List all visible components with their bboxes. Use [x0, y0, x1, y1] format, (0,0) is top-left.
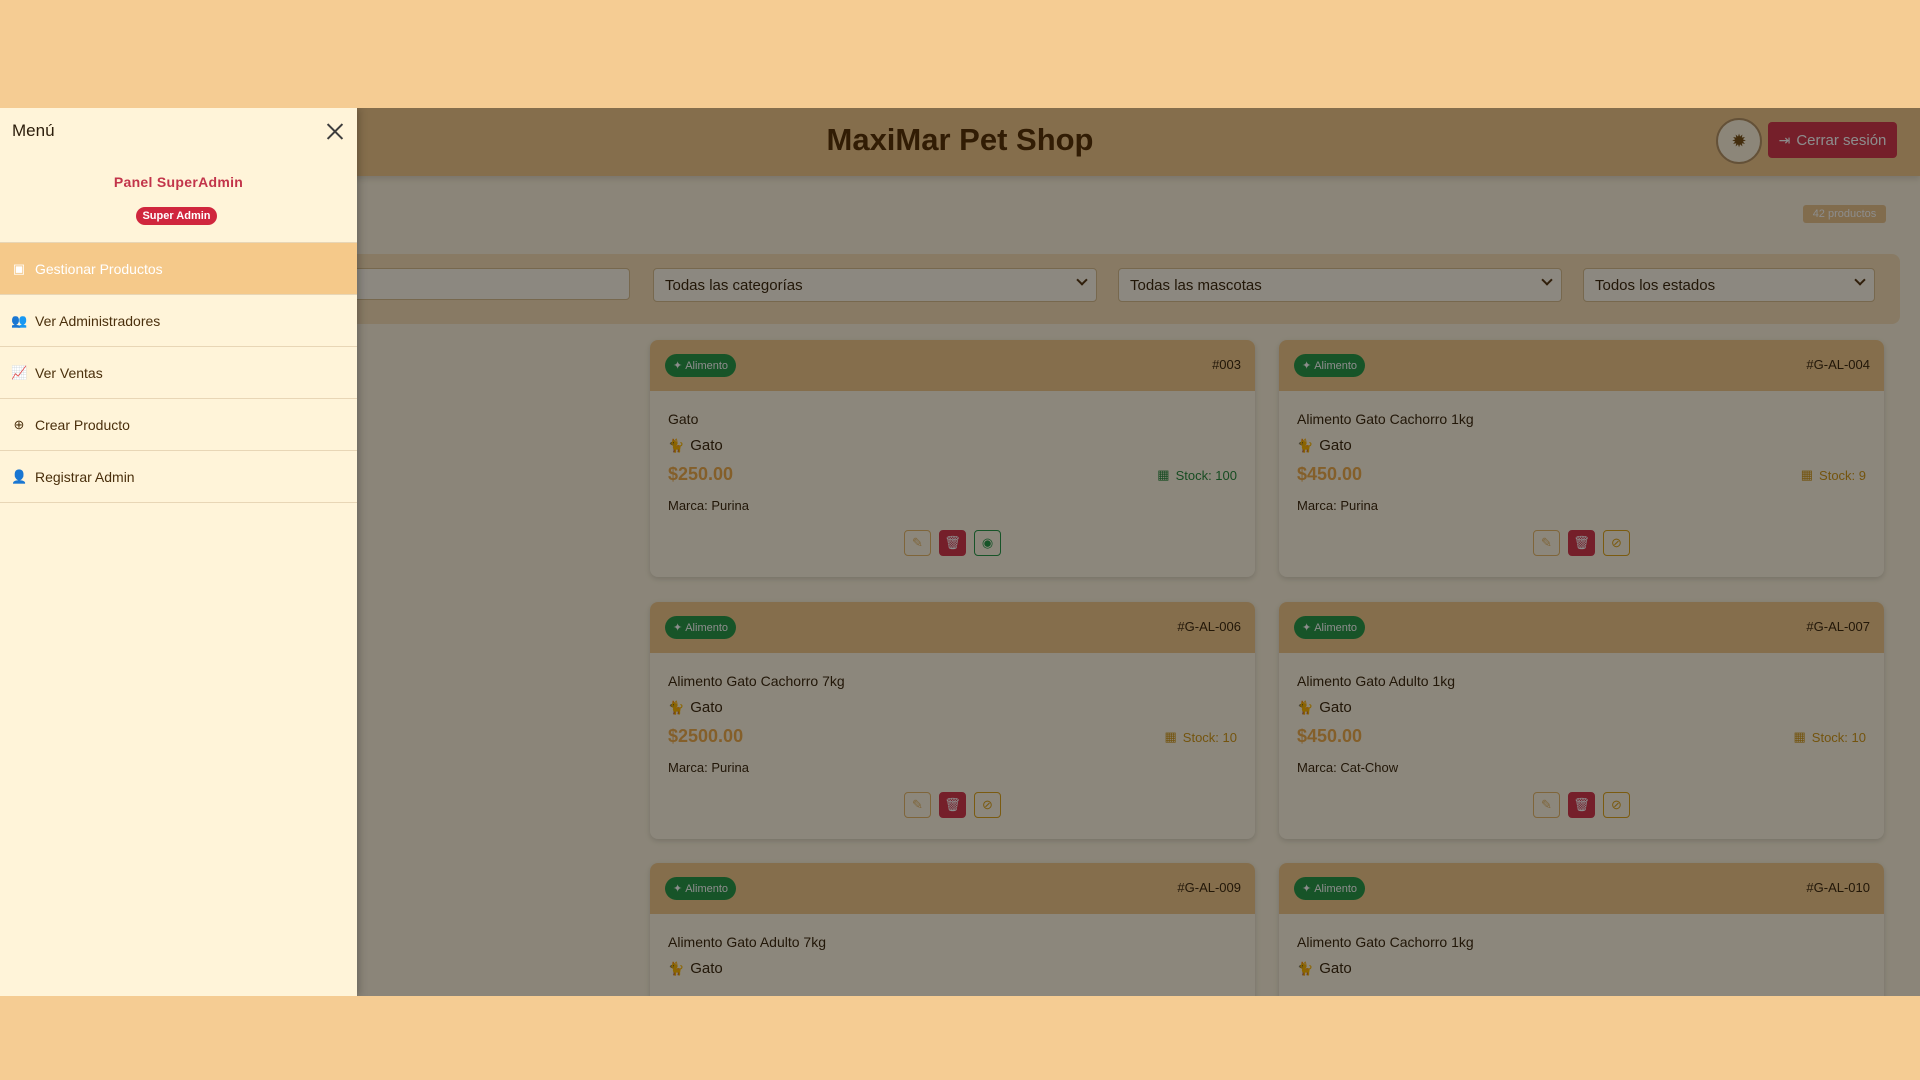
users-icon: 👥 — [11, 312, 28, 328]
menu-item-ver-ventas[interactable]: 📈 Ver Ventas — [0, 347, 357, 399]
menu-item-label: Gestionar Productos — [35, 260, 163, 277]
menu-item-label: Ver Administradores — [35, 312, 161, 329]
plus-circle-icon: ⊕ — [13, 416, 25, 432]
menu-title: Menú — [12, 121, 55, 140]
chart-line-icon: 📈 — [11, 364, 28, 380]
app-viewport: MaxiMar Pet Shop ✹ ⇥ Cerrar sesión 42 pr… — [0, 108, 1920, 996]
user-plus-icon: 👤 — [11, 468, 28, 484]
menu-item-ver-administradores[interactable]: 👥 Ver Administradores — [0, 295, 357, 347]
menu-item-gestionar-productos[interactable]: ▣ Gestionar Productos — [0, 243, 357, 295]
menu-list: ▣ Gestionar Productos 👥 Ver Administradores… — [0, 242, 357, 503]
close-icon[interactable] — [324, 121, 346, 143]
menu-item-registrar-admin[interactable]: 👤 Registrar Admin — [0, 451, 357, 503]
menu-item-label: Registrar Admin — [35, 468, 135, 485]
menu-item-crear-producto[interactable]: ⊕ Crear Producto — [0, 399, 357, 451]
menu-item-label: Crear Producto — [35, 416, 130, 433]
role-badge: Super Admin — [136, 207, 217, 225]
panel-title: Panel SuperAdmin — [113, 174, 244, 190]
box-icon: ▣ — [12, 260, 26, 276]
side-menu: Menú Panel SuperAdmin Super Admin ▣ Gesti… — [0, 108, 357, 996]
menu-item-label: Ver Ventas — [35, 364, 103, 381]
